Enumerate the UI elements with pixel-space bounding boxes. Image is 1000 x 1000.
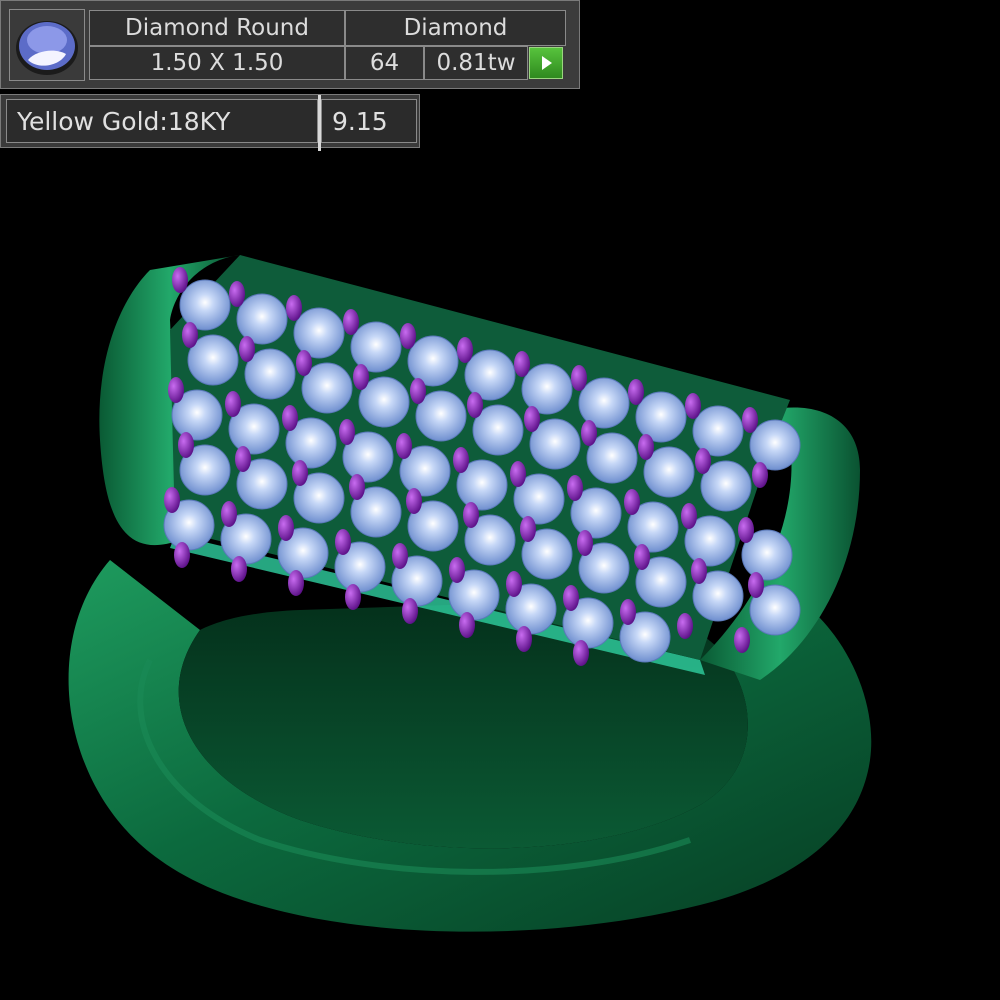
prong [221,501,237,527]
prong [164,487,180,513]
gem-thumbnail-icon[interactable] [9,9,85,81]
prong [345,584,361,610]
pave-stone [692,405,744,457]
prong [286,295,302,321]
pave-stone [521,363,573,415]
prong [463,502,479,528]
prong [467,392,483,418]
prong [620,599,636,625]
pave-stone [407,335,459,387]
prong [343,309,359,335]
stone-shape-cell: Diamond Round [89,10,345,46]
prong [410,378,426,404]
prong [520,516,536,542]
stone-info-panel: Diamond Round Diamond 1.50 X 1.50 64 0.8… [0,0,580,89]
prong [506,571,522,597]
pave-stone [179,279,231,331]
prong [296,350,312,376]
metal-info-panel: Yellow Gold:18KY 9.15 [0,94,420,151]
prong [695,448,711,474]
prong [239,336,255,362]
pave-stone [578,377,630,429]
gem-icon [16,21,78,75]
prong [577,530,593,556]
prong [339,419,355,445]
prong [624,489,640,515]
prong [748,572,764,598]
prong [402,598,418,624]
pave-stone [635,391,687,443]
prong [174,542,190,568]
pave-stone [350,321,402,373]
prong [510,461,526,487]
prong [335,529,351,555]
play-icon[interactable] [529,47,563,79]
prong [638,434,654,460]
pave-stone [464,349,516,401]
prong [681,503,697,529]
prong [567,475,583,501]
pave-stone [293,307,345,359]
prong [231,556,247,582]
prong [459,612,475,638]
pave-stone [236,293,288,345]
prong [282,405,298,431]
prong [573,640,589,666]
stone-weight-cell: 0.81tw [424,46,528,80]
prong [677,613,693,639]
prong [734,627,750,653]
prong [581,420,597,446]
prong [524,406,540,432]
prong [457,337,473,363]
prong [449,557,465,583]
prong [349,474,365,500]
prong [229,281,245,307]
prong [406,488,422,514]
prong [516,626,532,652]
pave-stone [749,419,801,471]
render-viewport[interactable] [0,0,1000,1000]
stone-material-cell: Diamond [345,10,566,46]
prong [353,364,369,390]
prong [571,365,587,391]
prong [292,460,308,486]
prong [752,462,768,488]
prong [453,447,469,473]
ring-render [68,255,872,932]
prong [235,446,251,472]
prong [182,322,198,348]
prong [563,585,579,611]
metal-weight-cell: 9.15 [321,99,417,143]
prong [691,558,707,584]
prong [392,543,408,569]
prong [742,407,758,433]
prong [400,323,416,349]
metal-type-cell: Yellow Gold:18KY [6,99,318,143]
prong [225,391,241,417]
stone-size-cell: 1.50 X 1.50 [89,46,345,80]
prong [396,433,412,459]
prong [172,267,188,293]
prong [278,515,294,541]
prong [685,393,701,419]
prong [288,570,304,596]
prong [634,544,650,570]
prong [168,377,184,403]
prong [514,351,530,377]
stone-count-cell: 64 [345,46,424,80]
prong [628,379,644,405]
prong [178,432,194,458]
prong [738,517,754,543]
